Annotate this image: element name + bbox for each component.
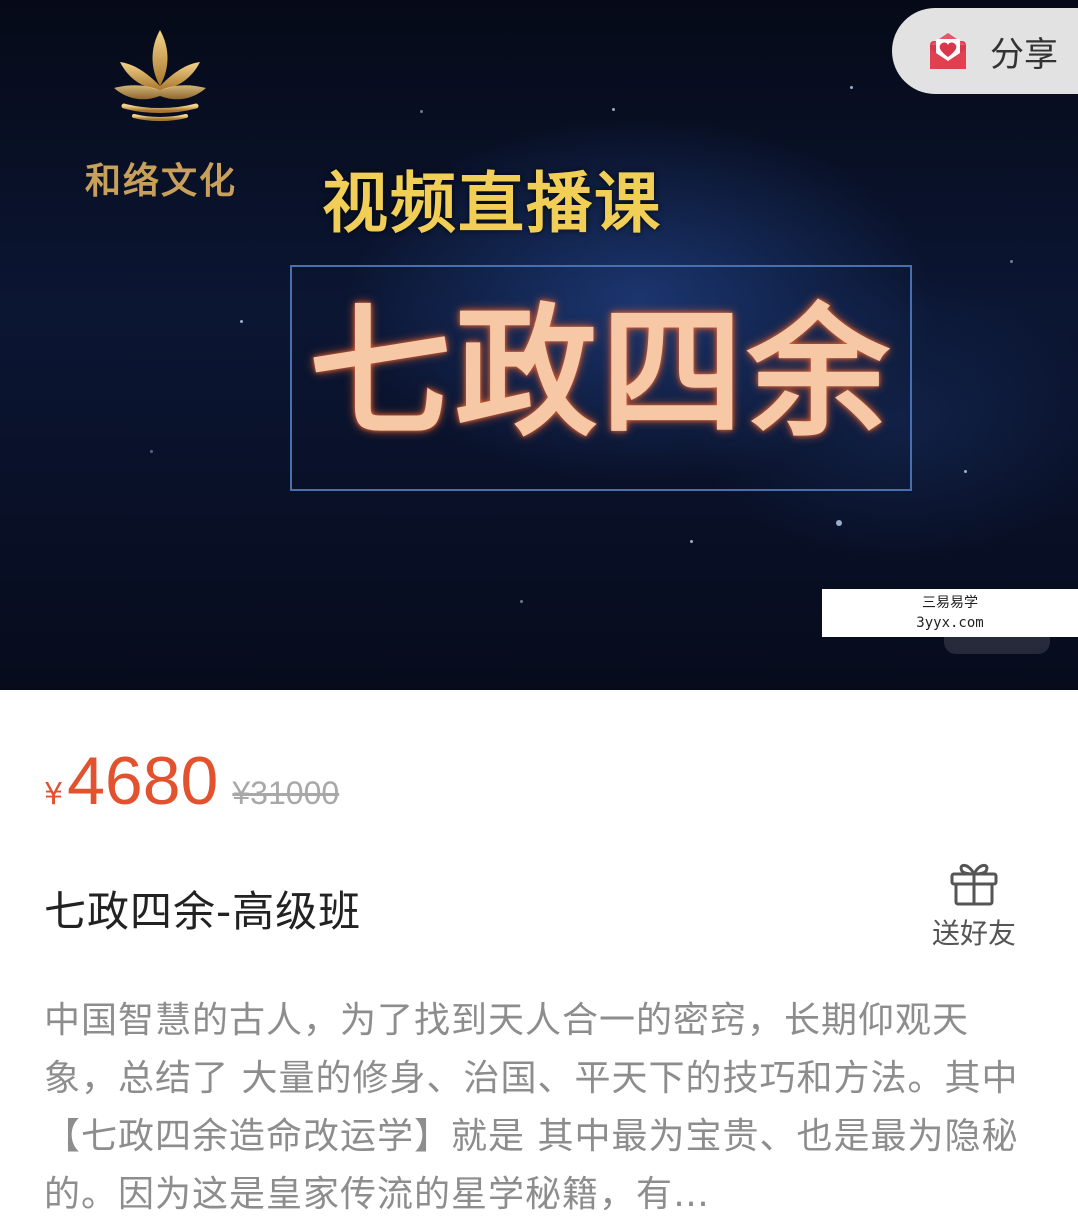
watermark-line2: 3yyx.com [916,615,984,631]
price-row: ¥ 4680 ¥31000 [44,742,339,822]
brand-logo: 和络文化 [66,24,256,202]
gift-to-friend-button[interactable]: 送好友 [924,858,1024,952]
course-title-frame: 七政四余 [290,265,912,491]
gift-label: 送好友 [931,917,1016,950]
course-title: 七政四余-高级班 [44,887,362,936]
share-button[interactable]: 分享 [892,8,1078,94]
live-course-label: 视频直播课 [322,165,662,242]
current-price: 4680 [67,743,219,819]
course-banner[interactable]: 和络文化 视频直播课 七政四余 三易易学 3yyx.com [0,0,1078,690]
brand-logo-text: 和络文化 [84,160,237,202]
course-description: 中国智慧的古人，为了找到天人合一的密窍，长期仰观天象，总结了 大量的修身、治国、… [44,1000,1019,1215]
share-label: 分享 [990,34,1058,75]
watermark: 三易易学 3yyx.com [822,589,1078,637]
gift-icon [950,863,998,906]
watermark-line1: 三易易学 [922,595,978,611]
original-price: ¥31000 [232,775,340,811]
currency-symbol: ¥ [44,777,64,812]
lotus-icon [114,30,206,121]
heart-envelope-icon [930,33,966,69]
banner-course-title: 七政四余 [309,291,893,456]
